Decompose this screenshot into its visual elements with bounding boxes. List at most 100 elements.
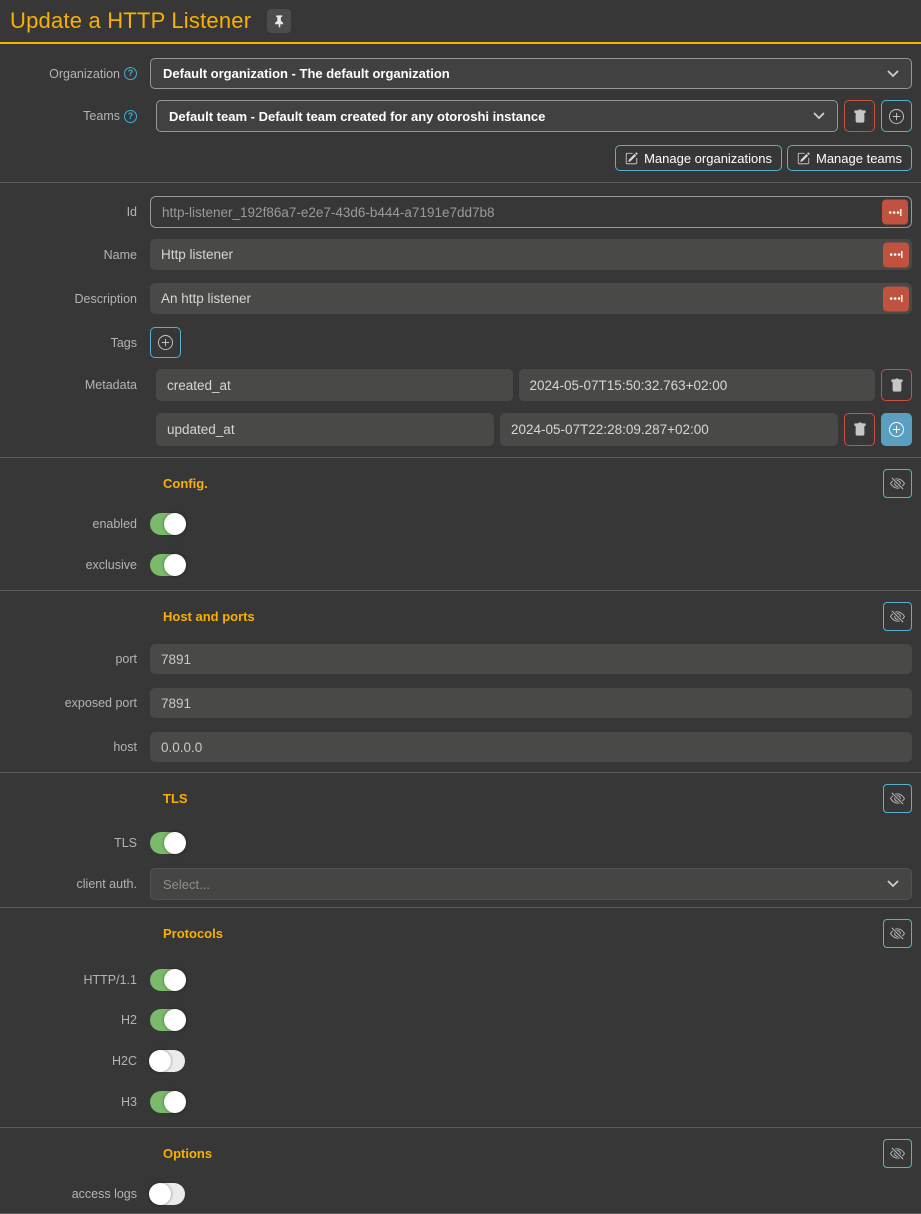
- h3-label: H3: [121, 1095, 137, 1109]
- tls-label: TLS: [114, 836, 137, 850]
- collapse-section-button[interactable]: [883, 784, 912, 813]
- h2c-toggle[interactable]: [150, 1050, 185, 1072]
- plus-circle-icon: [158, 335, 173, 350]
- teams-label-wrap: Teams ?: [0, 109, 150, 123]
- ownership-block: Organization ? Default organization - Th…: [0, 44, 921, 182]
- options-section-header: Options: [0, 1139, 921, 1168]
- options-section-title: Options: [163, 1146, 883, 1161]
- tls-section-header: TLS: [0, 784, 921, 813]
- help-icon[interactable]: ?: [124, 67, 137, 80]
- name-input[interactable]: [150, 239, 912, 270]
- help-icon[interactable]: ?: [124, 110, 137, 123]
- tags-row: Tags: [0, 327, 921, 358]
- description-input[interactable]: [150, 283, 912, 314]
- teams-select[interactable]: Default team - Default team created for …: [156, 100, 838, 132]
- chevron-down-icon: [813, 112, 825, 120]
- manage-teams-label: Manage teams: [816, 151, 902, 166]
- host-ports-section-title: Host and ports: [163, 609, 883, 624]
- collapse-section-button[interactable]: [883, 1139, 912, 1168]
- host-input[interactable]: [150, 732, 912, 762]
- manage-organizations-button[interactable]: Manage organizations: [615, 145, 782, 171]
- http11-toggle[interactable]: [150, 969, 185, 991]
- edit-icon: [625, 152, 638, 165]
- metadata-value-input[interactable]: [519, 369, 876, 401]
- eye-slash-icon: [890, 926, 905, 941]
- protocols-section-header: Protocols: [0, 919, 921, 948]
- id-input[interactable]: [151, 197, 911, 227]
- name-label: Name: [104, 248, 137, 262]
- host-label: host: [113, 740, 137, 754]
- metadata-row: [0, 413, 921, 446]
- enabled-row: enabled: [0, 513, 921, 535]
- ellipsis-icon: [888, 207, 902, 217]
- client-auth-placeholder: Select...: [163, 877, 210, 892]
- pin-button[interactable]: [267, 9, 291, 33]
- metadata-row: Metadata: [0, 369, 921, 401]
- expression-editor-button[interactable]: [882, 200, 908, 225]
- trash-icon: [890, 378, 904, 393]
- expression-editor-button[interactable]: [883, 242, 909, 267]
- port-label: port: [115, 652, 137, 666]
- client-auth-label: client auth.: [77, 877, 137, 891]
- teams-row: Teams ? Default team - Default team crea…: [0, 100, 921, 132]
- delete-team-button[interactable]: [844, 100, 875, 132]
- toggle-knob: [149, 1050, 171, 1072]
- exposed-port-input[interactable]: [150, 688, 912, 718]
- trash-icon: [853, 422, 867, 437]
- delete-metadata-button[interactable]: [844, 413, 875, 446]
- collapse-section-button[interactable]: [883, 919, 912, 948]
- page-header: Update a HTTP Listener: [0, 0, 921, 44]
- h3-toggle[interactable]: [150, 1091, 185, 1113]
- add-tag-button[interactable]: [150, 327, 181, 358]
- metadata-value-input[interactable]: [500, 413, 838, 446]
- client-auth-select[interactable]: Select...: [150, 868, 912, 900]
- organization-label-wrap: Organization ?: [0, 67, 150, 81]
- collapse-section-button[interactable]: [883, 469, 912, 498]
- add-metadata-button[interactable]: [881, 413, 912, 446]
- metadata-label: Metadata: [85, 378, 137, 392]
- toggle-knob: [164, 513, 186, 535]
- collapse-section-button[interactable]: [883, 602, 912, 631]
- host-ports-section: Host and ports port exposed port host: [0, 590, 921, 772]
- plus-circle-icon: [889, 109, 904, 124]
- metadata-key-input[interactable]: [156, 369, 513, 401]
- h2-toggle[interactable]: [150, 1009, 185, 1031]
- h2-row: H2: [0, 1009, 921, 1031]
- tls-section-title: TLS: [163, 791, 883, 806]
- ellipsis-icon: [889, 250, 903, 260]
- eye-slash-icon: [890, 1146, 905, 1161]
- config-section: Config. enabled exclusive: [0, 457, 921, 590]
- h2c-row: H2C: [0, 1050, 921, 1072]
- toggle-knob: [164, 969, 186, 991]
- chevron-down-icon: [887, 70, 899, 78]
- chevron-down-icon: [887, 880, 899, 888]
- expression-editor-button[interactable]: [883, 286, 909, 311]
- config-section-header: Config.: [0, 469, 921, 498]
- teams-select-value: Default team - Default team created for …: [169, 109, 545, 124]
- delete-metadata-button[interactable]: [881, 369, 912, 401]
- options-section: Options access logs: [0, 1127, 921, 1214]
- organization-select[interactable]: Default organization - The default organ…: [150, 58, 912, 89]
- client-auth-row: client auth. Select...: [0, 868, 921, 900]
- h2-label: H2: [121, 1013, 137, 1027]
- toggle-knob: [149, 1183, 171, 1205]
- add-team-button[interactable]: [881, 100, 912, 132]
- teams-label: Teams: [83, 109, 120, 123]
- metadata-key-input[interactable]: [156, 413, 494, 446]
- access-logs-toggle[interactable]: [150, 1183, 185, 1205]
- protocols-section: Protocols HTTP/1.1 H2 H2C: [0, 907, 921, 1127]
- manage-organizations-label: Manage organizations: [644, 151, 772, 166]
- id-label: Id: [127, 205, 137, 219]
- port-input[interactable]: [150, 644, 912, 674]
- tls-toggle[interactable]: [150, 832, 185, 854]
- manage-buttons-row: Manage organizations Manage teams: [0, 145, 921, 171]
- manage-teams-button[interactable]: Manage teams: [787, 145, 912, 171]
- edit-icon: [797, 152, 810, 165]
- protocols-section-title: Protocols: [163, 926, 883, 941]
- toggle-knob: [164, 832, 186, 854]
- access-logs-label: access logs: [72, 1187, 137, 1201]
- id-row: Id: [0, 196, 921, 228]
- exclusive-toggle[interactable]: [150, 554, 185, 576]
- enabled-toggle[interactable]: [150, 513, 185, 535]
- port-row: port: [0, 644, 921, 674]
